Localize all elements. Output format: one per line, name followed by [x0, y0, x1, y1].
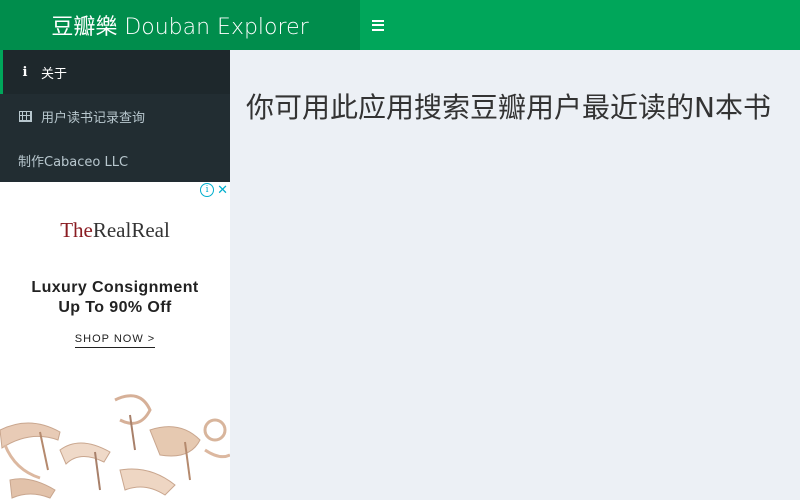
- ad-headline: Luxury Consignment Up To 90% Off: [31, 279, 199, 316]
- advertisement[interactable]: i ✕ TheRealReal Luxury Consignment Up To…: [0, 182, 230, 500]
- sidebar-item-label: 关于: [41, 66, 68, 82]
- top-navbar: [360, 0, 800, 50]
- ad-info-icon[interactable]: i: [200, 183, 215, 197]
- table-icon: [18, 110, 32, 122]
- hamburger-icon: [372, 19, 384, 22]
- app-logo[interactable]: 豆瓣樂 Douban Explorer: [0, 0, 360, 50]
- sidebar-toggle-button[interactable]: [372, 13, 388, 37]
- ad-brand-logo: TheRealReal: [60, 218, 170, 242]
- ad-choices: i ✕: [200, 182, 230, 198]
- info-icon: i: [22, 64, 28, 80]
- ad-shop-now-link[interactable]: SHOP NOW >: [0, 333, 230, 348]
- sidebar-item-credits[interactable]: 制作Cabaceo LLC: [0, 138, 230, 182]
- sidebar-item-user-reading-query[interactable]: 用户读书记录查询: [0, 94, 230, 138]
- ad-shoes-image: [0, 394, 230, 499]
- sidebar-item-label: 用户读书记录查询: [41, 110, 146, 126]
- app-logo-text: 豆瓣樂 Douban Explorer: [51, 15, 309, 40]
- page-title: 你可用此应用搜索豆瓣用户最近读的N本书: [246, 91, 771, 124]
- sidebar-item-about[interactable]: i 关于: [0, 50, 230, 94]
- ad-close-icon[interactable]: ✕: [217, 184, 228, 197]
- sidebar-item-label: 制作Cabaceo LLC: [18, 154, 129, 170]
- main-content: 你可用此应用搜索豆瓣用户最近读的N本书: [230, 50, 800, 500]
